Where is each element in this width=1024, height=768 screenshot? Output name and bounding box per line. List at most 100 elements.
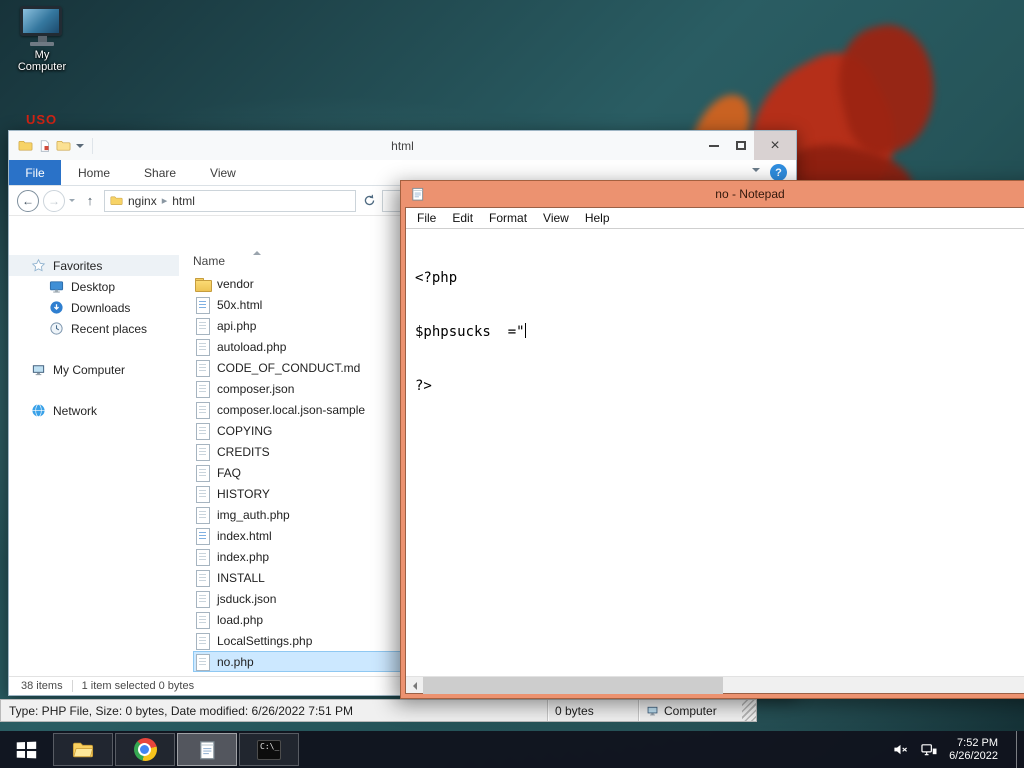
html-file-icon <box>195 297 210 314</box>
sidebar-label: My Computer <box>53 362 126 377</box>
breadcrumb-root[interactable]: nginx <box>128 194 157 208</box>
horizontal-scrollbar[interactable] <box>406 676 1024 694</box>
file-name: index.php <box>217 549 270 564</box>
scroll-left-button[interactable] <box>406 677 423 694</box>
folder-icon <box>110 196 123 205</box>
file-size-text: 0 bytes <box>555 703 594 718</box>
taskbar-clock[interactable]: 7:52 PM 6/26/2022 <box>949 737 998 763</box>
sidebar-item-recent-places[interactable]: Recent places <box>9 318 179 339</box>
recent-locations-chevron-icon[interactable] <box>69 199 75 205</box>
volume-muted-icon[interactable] <box>892 742 909 757</box>
file-details-text: Type: PHP File, Size: 0 bytes, Date modi… <box>9 703 353 718</box>
file-name: HISTORY <box>217 486 270 501</box>
taskbar-button-explorer[interactable] <box>53 733 113 766</box>
back-button[interactable] <box>17 189 39 212</box>
taskbar-button-command-prompt[interactable] <box>239 733 299 766</box>
location-label: Computer <box>664 703 717 718</box>
divider <box>92 137 93 154</box>
sidebar-label: Recent places <box>71 321 148 336</box>
file-name: COPYING <box>217 423 273 438</box>
file-icon <box>195 633 210 650</box>
tab-share[interactable]: Share <box>127 160 193 185</box>
clock-icon <box>50 322 63 335</box>
file-icon <box>195 444 210 461</box>
window-title: no - Notepad <box>715 187 785 201</box>
file-icon <box>195 591 210 608</box>
window-controls <box>700 131 796 160</box>
up-button[interactable] <box>80 193 100 208</box>
resize-grip[interactable] <box>742 700 756 721</box>
folder-icon[interactable] <box>18 138 33 153</box>
file-icon <box>195 654 210 671</box>
clock-date: 6/26/2022 <box>949 749 998 762</box>
forward-button[interactable] <box>43 189 65 212</box>
taskbar-button-chrome[interactable] <box>115 733 175 766</box>
file-name: no.php <box>217 654 254 669</box>
file-icon <box>195 549 210 566</box>
breadcrumb-current[interactable]: html <box>172 194 195 208</box>
taskbar-button-notepad[interactable] <box>177 733 237 766</box>
file-icon <box>195 486 210 503</box>
sidebar-label: Favorites <box>53 258 103 273</box>
file-icon <box>195 402 210 419</box>
tab-home[interactable]: Home <box>61 160 127 185</box>
sidebar-item-desktop[interactable]: Desktop <box>9 276 179 297</box>
maximize-button[interactable] <box>727 131 754 160</box>
properties-icon[interactable] <box>38 139 51 153</box>
desktop-icon-my-computer[interactable]: My Computer <box>12 6 72 73</box>
file-icon <box>195 423 210 440</box>
sidebar-item-favorites[interactable]: Favorites <box>9 255 179 276</box>
breadcrumb[interactable]: nginx ▸ html <box>104 189 356 212</box>
start-button[interactable] <box>0 731 52 768</box>
explorer-titlebar[interactable]: html <box>9 131 796 160</box>
show-desktop-button[interactable] <box>1016 731 1024 768</box>
notepad-titlebar[interactable]: no - Notepad <box>401 181 1024 207</box>
refresh-button[interactable] <box>360 194 378 207</box>
close-button[interactable] <box>754 131 796 160</box>
sidebar-label: Desktop <box>71 279 116 294</box>
navigation-pane: Favorites Desktop Downloads Recent place… <box>9 217 179 676</box>
expand-ribbon-chevron-icon[interactable] <box>752 168 760 176</box>
desktop-icon <box>49 281 64 293</box>
new-folder-icon[interactable] <box>56 138 71 153</box>
sidebar-item-network[interactable]: Network <box>9 400 179 421</box>
sort-ascending-icon <box>253 251 261 255</box>
file-name: composer.json <box>217 381 295 396</box>
scrollbar-thumb[interactable] <box>423 677 723 694</box>
sidebar-label: Network <box>53 403 98 418</box>
clock-time: 7:52 PM <box>957 736 998 749</box>
customize-qat-chevron-icon[interactable] <box>76 143 84 152</box>
computer-icon <box>20 6 64 46</box>
menu-help[interactable]: Help <box>577 208 618 228</box>
star-icon <box>31 258 46 272</box>
breadcrumb-separator-icon: ▸ <box>161 195 168 207</box>
file-name: vendor <box>217 276 254 291</box>
file-icon <box>195 465 210 482</box>
file-name: CREDITS <box>217 444 270 459</box>
file-name: api.php <box>217 318 257 333</box>
menu-format[interactable]: Format <box>481 208 535 228</box>
selection-info: 1 item selected 0 bytes <box>81 680 195 692</box>
network-icon[interactable] <box>920 742 938 757</box>
html-file-icon <box>195 528 210 545</box>
help-icon[interactable]: ? <box>770 164 787 181</box>
minimize-button[interactable] <box>700 131 727 160</box>
notepad-window: no - Notepad File Edit Format View Help … <box>400 180 1024 699</box>
tab-view[interactable]: View <box>193 160 253 185</box>
notepad-text-area[interactable]: <?php $phpsucks =" ?> <box>406 230 1024 676</box>
computer-icon <box>32 365 45 376</box>
tab-file[interactable]: File <box>9 160 61 185</box>
quick-access-toolbar <box>9 137 93 154</box>
sidebar-item-downloads[interactable]: Downloads <box>9 297 179 318</box>
file-name: LocalSettings.php <box>217 633 313 648</box>
sidebar-item-my-computer[interactable]: My Computer <box>9 359 179 380</box>
file-name: index.html <box>217 528 272 543</box>
menu-edit[interactable]: Edit <box>444 208 481 228</box>
menu-file[interactable]: File <box>409 208 444 228</box>
column-header-label: Name <box>193 254 226 268</box>
command-prompt-icon <box>257 739 281 760</box>
file-details-bar: Type: PHP File, Size: 0 bytes, Date modi… <box>0 699 757 722</box>
divider <box>71 680 73 692</box>
menu-view[interactable]: View <box>535 208 577 228</box>
